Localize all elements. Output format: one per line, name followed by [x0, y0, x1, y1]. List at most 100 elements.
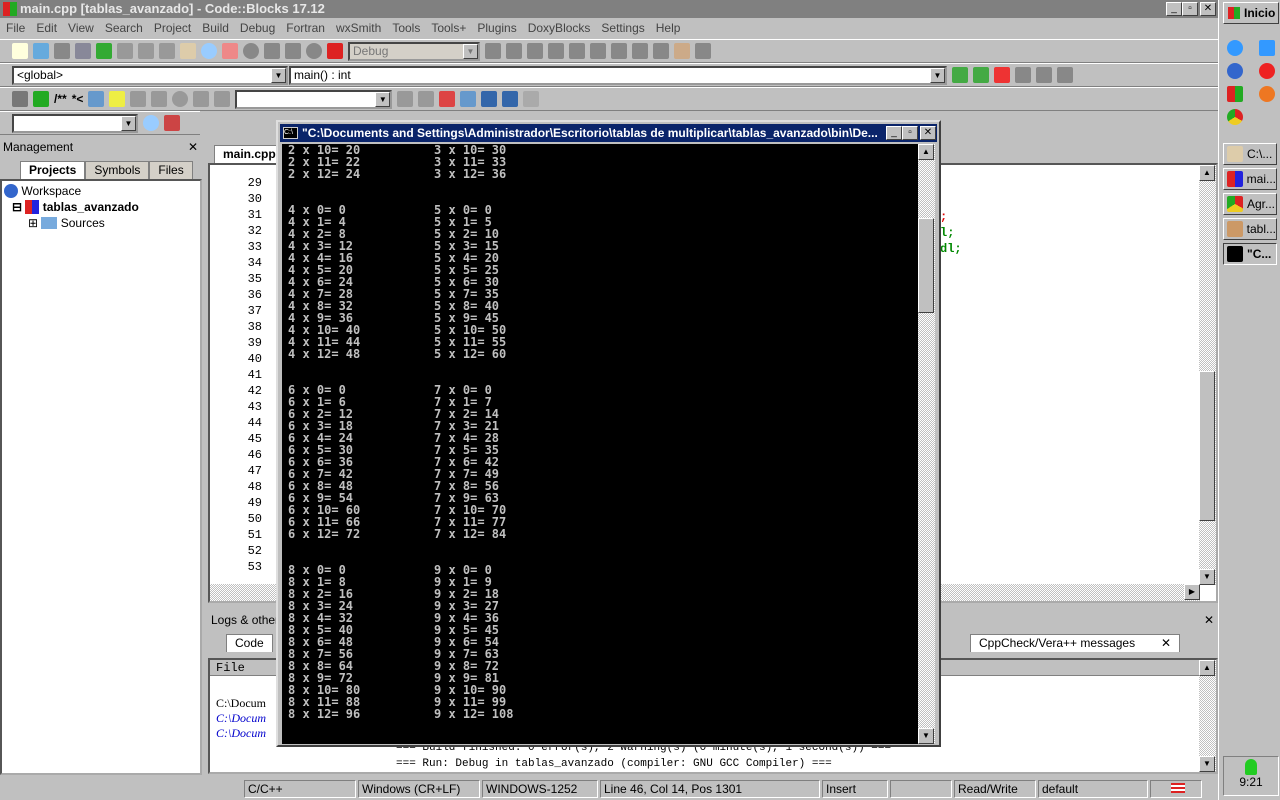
info-icon[interactable]: [695, 43, 711, 59]
scroll-up-button[interactable]: ▲: [1199, 165, 1215, 181]
scroll-thumb[interactable]: [1199, 371, 1215, 521]
tree-project[interactable]: ⊟ tablas_avanzado: [4, 199, 198, 215]
scroll-down-button[interactable]: ▼: [1199, 569, 1215, 585]
menu-settings[interactable]: Settings: [601, 18, 644, 38]
ie-icon[interactable]: [1227, 40, 1243, 56]
scroll-down-button[interactable]: ▼: [918, 728, 934, 744]
taskbar-button[interactable]: tabl...: [1223, 218, 1277, 240]
build-icon[interactable]: [243, 43, 259, 59]
console-minimize-button[interactable]: _: [886, 126, 902, 140]
run-to-cursor-icon[interactable]: [527, 43, 543, 59]
stack-icon[interactable]: [12, 91, 28, 107]
scope-select[interactable]: <global> ▼: [12, 65, 288, 85]
cut-icon[interactable]: [138, 43, 154, 59]
console-close-button[interactable]: ✕: [920, 126, 936, 140]
prev-icon[interactable]: [151, 91, 168, 107]
replace-icon[interactable]: [222, 43, 238, 59]
menu-file[interactable]: File: [6, 18, 25, 38]
menu-edit[interactable]: Edit: [36, 18, 57, 38]
close-icon[interactable]: ✕: [1161, 635, 1171, 652]
selected-icon[interactable]: [460, 91, 477, 107]
tab-cppcheck-messages[interactable]: CppCheck/Vera++ messages ✕: [970, 634, 1180, 652]
show-target-icon[interactable]: [485, 43, 501, 59]
copy-icon[interactable]: [159, 43, 175, 59]
bookmark-toggle-icon[interactable]: [994, 67, 1010, 83]
codeblocks-launch-icon[interactable]: [1227, 86, 1243, 102]
build-run-icon[interactable]: [285, 43, 301, 59]
match-case-icon[interactable]: [481, 91, 498, 107]
tools-icon[interactable]: [164, 115, 180, 131]
function-select[interactable]: main() : int ▼: [289, 65, 947, 85]
console-maximize-button[interactable]: ▫: [902, 126, 918, 140]
start-button[interactable]: Inicio: [1223, 2, 1279, 24]
search-select[interactable]: ▼: [12, 113, 138, 133]
jump-forward-icon[interactable]: [973, 67, 989, 83]
arrow-left-icon[interactable]: [397, 91, 414, 107]
save-all-icon[interactable]: [75, 43, 91, 59]
next-instruction-icon[interactable]: [611, 43, 627, 59]
menu-tools[interactable]: Tools+: [431, 18, 466, 38]
find-icon[interactable]: [201, 43, 217, 59]
menu-build[interactable]: Build: [202, 18, 229, 38]
pointer-icon[interactable]: [523, 91, 540, 107]
tree-workspace[interactable]: Workspace: [4, 183, 198, 199]
menu-project[interactable]: Project: [154, 18, 191, 38]
firefox-icon[interactable]: [1259, 86, 1275, 102]
undo-icon[interactable]: [96, 43, 112, 59]
stop-debug-icon[interactable]: [653, 43, 669, 59]
menu-help[interactable]: Help: [656, 18, 681, 38]
close-icon[interactable]: ✕: [1204, 612, 1214, 628]
menu-fortran[interactable]: Fortran: [286, 18, 325, 38]
menu-wxsmith[interactable]: wxSmith: [336, 18, 381, 38]
open-icon[interactable]: [33, 43, 49, 59]
redo-icon[interactable]: [117, 43, 133, 59]
jump-back-icon[interactable]: [952, 67, 968, 83]
regex-search-icon[interactable]: [502, 91, 519, 107]
debug-windows-icon[interactable]: [674, 43, 690, 59]
network-icon[interactable]: [1245, 759, 1257, 775]
taskbar-button[interactable]: "C...: [1223, 243, 1277, 265]
tab-projects[interactable]: Projects: [20, 161, 86, 179]
scroll-down-button[interactable]: ▼: [1199, 756, 1215, 772]
menu-doxyblocks[interactable]: DoxyBlocks: [528, 18, 591, 38]
scroll-up-button[interactable]: ▲: [1199, 660, 1215, 676]
menu-debug[interactable]: Debug: [240, 18, 275, 38]
opera-icon[interactable]: [1259, 63, 1275, 79]
tab-files[interactable]: Files: [149, 161, 193, 179]
editor-tab-main-cpp[interactable]: main.cpp: [214, 145, 285, 163]
abort-icon[interactable]: [327, 43, 343, 59]
close-icon[interactable]: ✕: [188, 139, 198, 155]
scroll-thumb[interactable]: [918, 218, 934, 313]
editor-vertical-scrollbar[interactable]: ▲ ▼: [1199, 165, 1216, 585]
bookmark-prev-icon[interactable]: [1015, 67, 1031, 83]
step-into-icon[interactable]: [569, 43, 585, 59]
next-icon[interactable]: [193, 91, 210, 107]
pause-icon[interactable]: [632, 43, 648, 59]
taskbar-button[interactable]: mai...: [1223, 168, 1277, 190]
help-icon[interactable]: [109, 91, 126, 107]
menu-search[interactable]: Search: [105, 18, 143, 38]
incremental-search-input[interactable]: ▼: [235, 89, 393, 109]
doxy-block-comment-button[interactable]: /**: [54, 92, 67, 106]
tab-code-blocks-log[interactable]: Code: [226, 634, 273, 652]
browser-icon[interactable]: [1227, 63, 1243, 79]
console-scrollbar[interactable]: ▲ ▼: [918, 144, 935, 744]
arrow-right-icon[interactable]: [418, 91, 435, 107]
bookmark-next-icon[interactable]: [1036, 67, 1052, 83]
maximize-button[interactable]: ▫: [1182, 2, 1198, 16]
paste-icon[interactable]: [180, 43, 196, 59]
scroll-right-button[interactable]: ▶: [1184, 584, 1200, 600]
debug-icon[interactable]: [506, 43, 522, 59]
chrome-icon[interactable]: [1227, 109, 1243, 125]
highlight-icon[interactable]: [439, 91, 456, 107]
menu-tools[interactable]: Tools: [392, 18, 420, 38]
tree-sources[interactable]: ⊞ Sources: [4, 215, 198, 231]
scroll-up-button[interactable]: ▲: [918, 144, 934, 160]
menu-view[interactable]: View: [68, 18, 94, 38]
taskbar-button[interactable]: C:\...: [1223, 143, 1277, 165]
dot-icon[interactable]: [172, 91, 189, 107]
wrench-icon[interactable]: [130, 91, 147, 107]
new-file-icon[interactable]: [12, 43, 28, 59]
logs-scrollbar[interactable]: ▲ ▼: [1199, 660, 1216, 772]
doxy-run-icon[interactable]: [33, 91, 49, 107]
